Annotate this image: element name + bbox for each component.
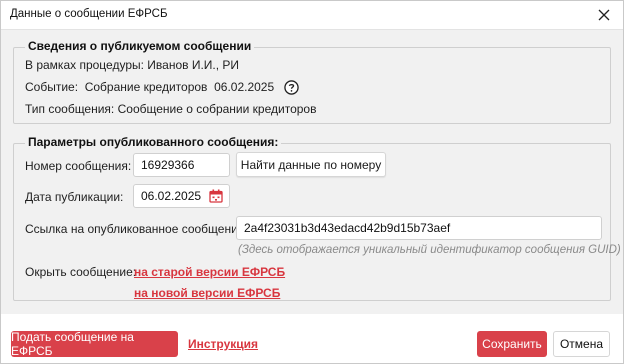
number-label: Номер сообщения: <box>25 159 132 173</box>
published-params-group: Параметры опубликованного сообщения: Ном… <box>13 135 621 301</box>
procedure-label: В рамках процедуры: <box>25 58 144 72</box>
type-value: Сообщение о собрании кредиторов <box>117 102 317 116</box>
date-input[interactable]: 06.02.2025 <box>133 184 230 208</box>
instruction-link[interactable]: Инструкция <box>188 337 258 351</box>
help-button[interactable] <box>283 80 299 96</box>
dialog-window: Данные о сообщении ЕФРСБ Сведения о публ… <box>0 0 624 364</box>
dialog-content: Сведения о публикуемом сообщении В рамка… <box>1 29 623 314</box>
calendar-icon[interactable] <box>209 189 223 203</box>
date-value: 06.02.2025 <box>141 189 202 203</box>
open-old-efrsb-link[interactable]: на старой версии ЕФРСБ <box>134 265 285 279</box>
submit-efrsb-button[interactable]: Подать сообщение на ЕФРСБ <box>11 330 178 358</box>
close-icon <box>598 9 610 21</box>
date-label: Дата публикации: <box>25 190 124 204</box>
procedure-row: В рамках процедуры: Иванов И.И., РИ <box>25 58 239 72</box>
link-hint: (Здесь отображается уникальный идентифик… <box>238 244 621 256</box>
type-label: Тип сообщения: <box>25 102 115 116</box>
event-label: Событие: <box>25 80 79 94</box>
type-row: Тип сообщения: Сообщение о собрании кред… <box>25 102 316 116</box>
published-info-group: Сведения о публикуемом сообщении В рамка… <box>13 39 611 124</box>
number-input[interactable]: 16929366 <box>133 153 230 177</box>
event-value: Собрание кредиторов <box>84 80 208 94</box>
window-title: Данные о сообщении ЕФРСБ <box>10 8 168 20</box>
link-label: Ссылка на опубликованное сообщение: <box>25 222 248 236</box>
link-input[interactable]: 2a4f23031b3d43edacd42b9d15b73aef <box>236 216 602 240</box>
published-info-legend: Сведения о публикуемом сообщении <box>25 39 255 53</box>
event-row: Событие: Собрание кредиторов 06.02.2025 <box>25 80 299 96</box>
title-bar: Данные о сообщении ЕФРСБ <box>1 1 623 29</box>
open-label: Окрыть сообщение: <box>25 265 137 279</box>
cancel-button[interactable]: Отмена <box>553 331 610 357</box>
help-icon <box>283 80 299 96</box>
dialog-footer: Подать сообщение на ЕФРСБ Инструкция Сох… <box>1 315 623 363</box>
save-button[interactable]: Сохранить <box>477 331 547 357</box>
event-date: 06.02.2025 <box>214 80 275 94</box>
published-params-legend: Параметры опубликованного сообщения: <box>25 135 282 149</box>
find-by-number-button[interactable]: Найти данные по номеру <box>236 152 386 177</box>
procedure-value: Иванов И.И., РИ <box>147 58 240 72</box>
open-new-efrsb-link[interactable]: на новой версии ЕФРСБ <box>134 286 280 300</box>
close-button[interactable] <box>593 4 615 26</box>
